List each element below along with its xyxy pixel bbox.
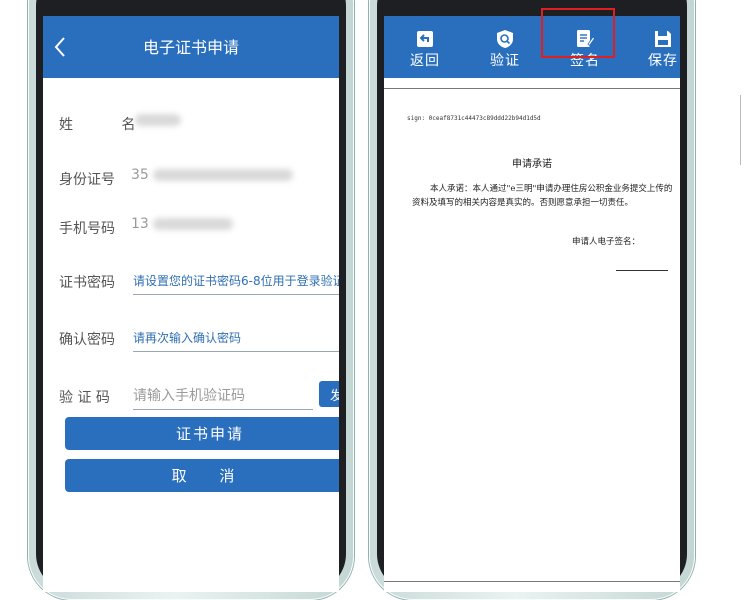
verify-icon	[497, 30, 513, 48]
verify-code-row: 验 证 码 发送	[43, 377, 339, 417]
confirm-password-row: 确认密码	[43, 319, 339, 359]
page-title: 电子证书申请	[142, 38, 239, 57]
cancel-button[interactable]: 取 消	[65, 459, 339, 492]
signature-screen: 返回 验证 签名 保存 sign: 0ceaf8731c44473c89ddd2…	[384, 16, 680, 592]
name-value	[131, 112, 181, 128]
confirm-password-input[interactable]	[133, 325, 339, 352]
nav-bar: 电子证书申请	[43, 16, 339, 78]
toolbar-sign-button[interactable]: 签名	[550, 16, 620, 78]
id-number-value: 35	[131, 167, 293, 183]
sign-hash: sign: 0ceaf8731c44473c89ddd22b94d1d5d	[407, 115, 541, 122]
phone-number-prefix: 13	[131, 216, 149, 232]
toolbar-verify-label: 验证	[490, 53, 520, 69]
left-phone-frame: 电子证书申请 姓 名 身份证号 35 手机号码 13 证书密码 确认密码 验 证…	[28, 0, 354, 600]
id-number-label: 身份证号	[59, 172, 115, 188]
toolbar-back-label: 返回	[410, 53, 440, 69]
save-icon	[655, 31, 671, 47]
cert-password-label: 证书密码	[59, 275, 115, 291]
right-phone-bezel: 返回 验证 签名 保存 sign: 0ceaf8731c44473c89ddd2…	[377, 0, 687, 592]
divider	[740, 95, 741, 165]
left-phone-bezel: 电子证书申请 姓 名 身份证号 35 手机号码 13 证书密码 确认密码 验 证…	[36, 0, 346, 592]
back-icon	[417, 31, 433, 47]
toolbar-verify-button[interactable]: 验证	[470, 16, 540, 78]
id-number-row: 身份证号 35	[43, 159, 339, 199]
phone-number-row: 手机号码 13	[43, 208, 339, 248]
document-body: 本人承诺：本人通过"e三明"申请办理住房公积金业务提交上传的资料及填写的相关内容…	[412, 184, 673, 208]
confirm-password-label: 确认密码	[59, 332, 115, 348]
verify-code-label: 验 证 码	[59, 390, 110, 406]
signature-line[interactable]	[616, 270, 668, 271]
phone-number-value: 13	[131, 216, 233, 232]
name-row: 姓 名	[43, 104, 339, 144]
send-code-button[interactable]: 发送	[319, 381, 339, 407]
toolbar-save-button[interactable]: 保存	[628, 16, 680, 78]
toolbar-sign-label: 签名	[570, 53, 600, 69]
apply-certificate-button[interactable]: 证书申请	[65, 417, 339, 450]
toolbar: 返回 验证 签名 保存	[384, 16, 680, 78]
sign-icon	[577, 30, 595, 47]
toolbar-back-button[interactable]: 返回	[390, 16, 460, 78]
cert-password-row: 证书密码	[43, 262, 339, 302]
cert-password-input[interactable]	[133, 268, 339, 295]
signature-label: 申请人电子签名：	[571, 237, 640, 247]
phone-number-label: 手机号码	[59, 221, 115, 237]
id-number-prefix: 35	[131, 167, 149, 183]
document-title: 申请承诺	[512, 159, 552, 170]
toolbar-save-label: 保存	[648, 53, 678, 69]
commitment-document: sign: 0ceaf8731c44473c89ddd22b94d1d5d 申请…	[384, 88, 680, 582]
certificate-application-screen: 电子证书申请 姓 名 身份证号 35 手机号码 13 证书密码 确认密码 验 证…	[43, 16, 339, 592]
right-phone-frame: 返回 验证 签名 保存 sign: 0ceaf8731c44473c89ddd2…	[369, 0, 695, 600]
verify-code-input[interactable]	[133, 383, 313, 410]
